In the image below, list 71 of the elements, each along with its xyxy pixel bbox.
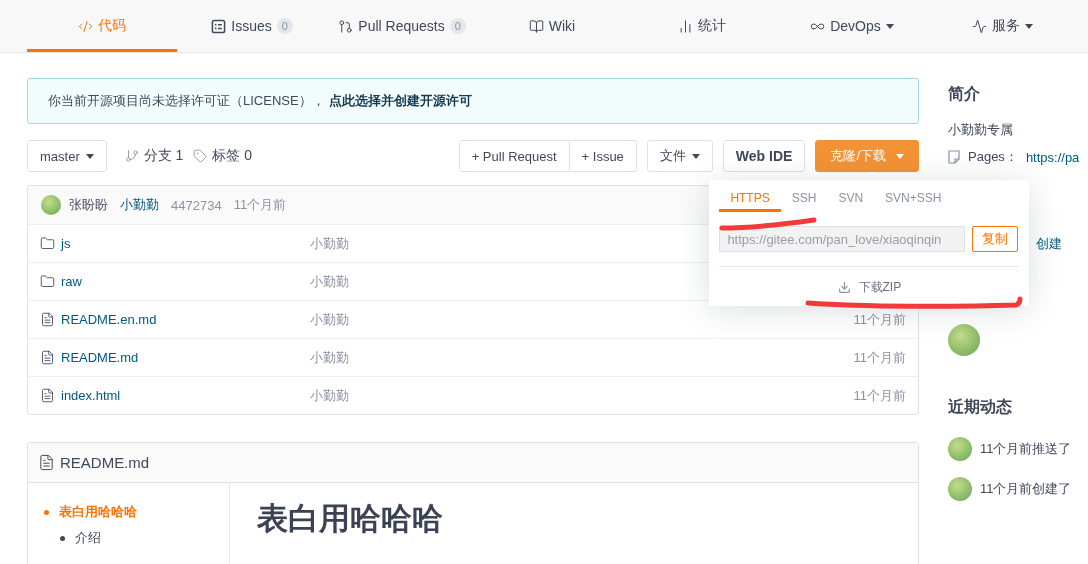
caret-icon xyxy=(896,153,904,159)
count-badge: 0 xyxy=(449,18,466,34)
file-name-link[interactable]: README.en.md xyxy=(61,312,157,327)
book-icon xyxy=(528,18,544,34)
toc-link[interactable]: 介绍 xyxy=(75,529,101,547)
commit-time: 11个月前 xyxy=(233,196,287,214)
download-zip-link[interactable]: 下载ZIP xyxy=(837,279,902,296)
tag-icon xyxy=(193,149,208,163)
download-icon xyxy=(837,281,851,294)
commit-hash: 4472734 xyxy=(171,197,222,213)
branches-link[interactable]: 分支 1 xyxy=(124,147,184,165)
avatar xyxy=(41,195,61,215)
caret-icon xyxy=(85,153,94,159)
issue-button[interactable]: + Issue xyxy=(569,140,637,172)
pull-request-button[interactable]: + Pull Request xyxy=(458,140,570,172)
commit-time: 11个月前 xyxy=(853,311,907,327)
branch-select[interactable]: master xyxy=(27,140,107,172)
commit-message: 小勤勤 xyxy=(310,273,349,289)
page-icon xyxy=(948,150,960,164)
bullet-icon xyxy=(44,509,49,515)
file-name-link[interactable]: raw xyxy=(61,274,82,289)
file-icon xyxy=(40,388,55,403)
commit-time: 11个月前 xyxy=(853,349,907,365)
branch-icon xyxy=(124,149,139,163)
commit-message: 小勤勤 xyxy=(310,235,349,251)
list-icon xyxy=(211,18,227,34)
readme-title: README.md xyxy=(60,454,150,471)
activity-text: 11个月前创建了 xyxy=(980,480,1072,498)
repo-description: 小勤勤专属 xyxy=(948,121,1013,139)
avatar xyxy=(948,477,972,501)
commit-time: 11个月前 xyxy=(853,387,907,403)
pulse-icon xyxy=(971,18,987,34)
intro-heading: 简介 xyxy=(948,84,981,104)
activity-heading: 近期动态 xyxy=(948,397,1013,417)
web-ide-button[interactable]: Web IDE xyxy=(722,140,806,172)
commit-author: 张盼盼 xyxy=(69,196,108,214)
nav-tab[interactable]: Wiki xyxy=(477,0,627,52)
file-icon xyxy=(38,454,55,471)
sidebar-link[interactable]: 创建 xyxy=(1036,235,1062,253)
pages-link[interactable]: https://pa xyxy=(1025,149,1080,165)
avatar xyxy=(948,324,980,356)
file-icon xyxy=(40,312,55,327)
count-badge: 0 xyxy=(276,18,293,34)
commit-message: 小勤勤 xyxy=(310,311,349,327)
tags-link[interactable]: 标签 0 xyxy=(193,147,253,165)
folder-icon xyxy=(40,236,55,251)
commit-message: 小勤勤 xyxy=(310,387,349,403)
pull-request-icon xyxy=(338,18,354,34)
avatar xyxy=(948,437,972,461)
file-icon xyxy=(40,350,55,365)
license-link[interactable]: 点此选择并创建开源许可 xyxy=(328,93,472,108)
nav-tab[interactable]: 统计 xyxy=(627,0,777,52)
caret-icon xyxy=(691,153,700,159)
nav-tab[interactable]: Issues 0 xyxy=(177,0,327,52)
file-name-link[interactable]: README.md xyxy=(61,350,139,365)
notice-text: 你当前开源项目尚未选择许可证（LICENSE）， 点此选择并创建开源许可 xyxy=(48,92,472,110)
nav-tab[interactable]: 服务 xyxy=(927,0,1077,52)
files-button[interactable]: 文件 xyxy=(646,140,713,172)
file-name-link[interactable]: js xyxy=(61,236,71,251)
code-icon xyxy=(78,18,93,34)
folder-icon xyxy=(40,274,55,289)
nav-tab[interactable]: Pull Requests 0 xyxy=(327,0,477,52)
commit-message: 小勤勤 xyxy=(310,349,349,365)
readme-heading: 表白用哈哈哈 xyxy=(257,500,444,538)
commit-message: 小勤勤 xyxy=(120,196,159,214)
nav-tab[interactable]: DevOps xyxy=(777,0,927,52)
bar-chart-icon xyxy=(678,18,693,34)
bullet-icon xyxy=(60,535,65,541)
activity-text: 11个月前推送了 xyxy=(980,440,1072,458)
file-name-link[interactable]: index.html xyxy=(61,388,121,403)
pages-label: Pages： xyxy=(968,148,1018,166)
